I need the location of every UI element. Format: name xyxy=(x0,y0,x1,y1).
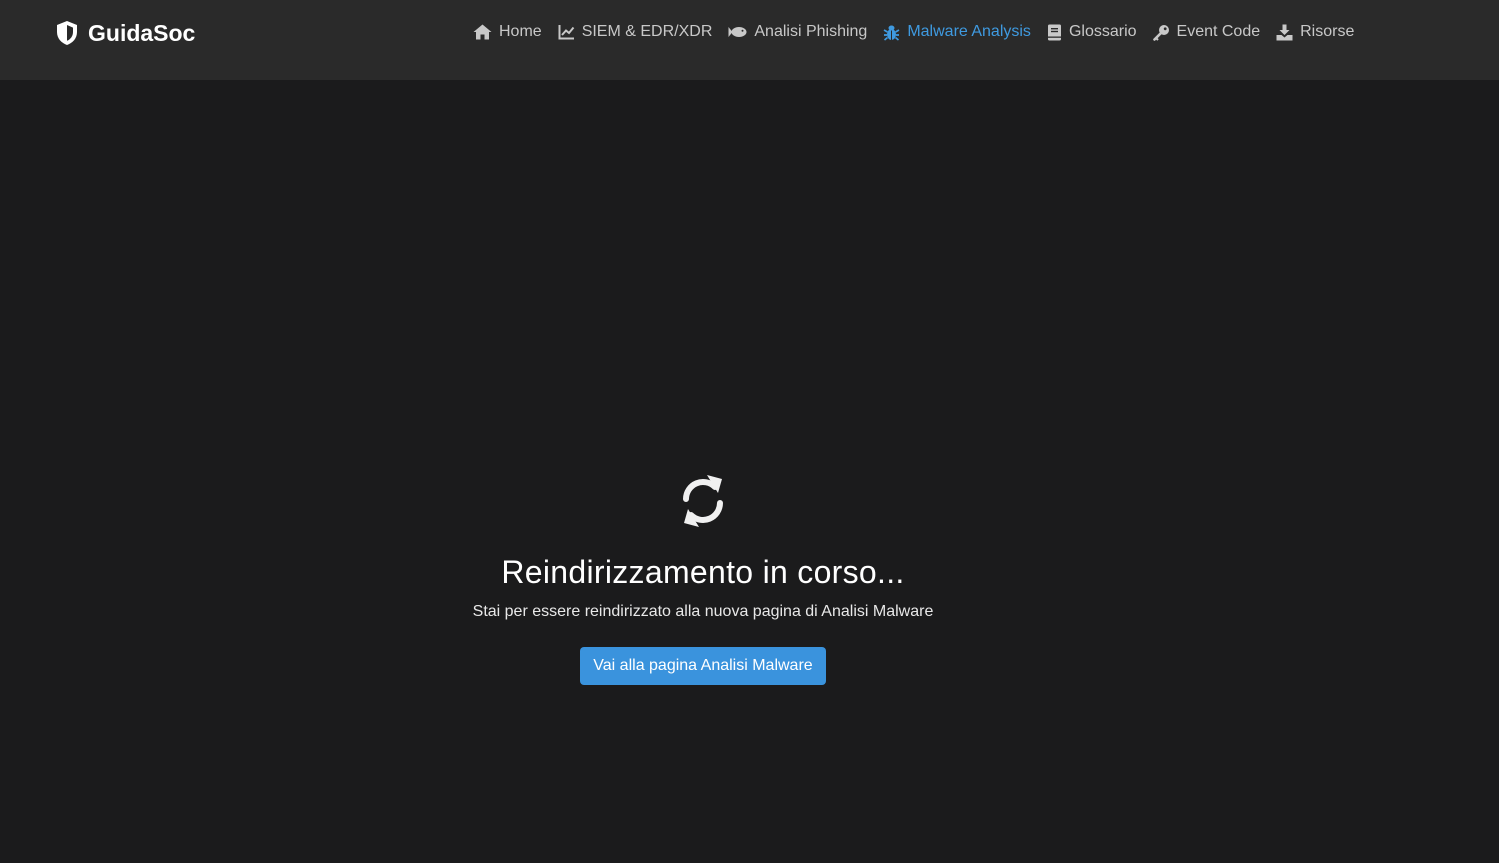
nav-label-siem: SIEM & EDR/XDR xyxy=(581,23,713,40)
home-icon xyxy=(473,24,492,40)
redirect-message: Stai per essere reindirizzato alla nuova… xyxy=(472,603,934,620)
brand-link[interactable]: GuidaSoc xyxy=(55,18,195,48)
nav-label-glossario: Glossario xyxy=(1068,23,1137,40)
nav-item-phishing[interactable]: Analisi Phishing xyxy=(728,23,867,41)
redirect-title: Reindirizzamento in corso... xyxy=(501,554,905,590)
key-icon xyxy=(1152,24,1170,41)
book-icon xyxy=(1047,24,1062,41)
line-chart-icon xyxy=(558,24,575,40)
nav-label-malware: Malware Analysis xyxy=(907,23,1031,40)
go-to-malware-button[interactable]: Vai alla pagina Analisi Malware xyxy=(580,647,826,685)
sync-icon xyxy=(0,470,1406,532)
nav-item-risorse[interactable]: Risorse xyxy=(1276,23,1354,41)
redirect-panel: Reindirizzamento in corso... Stai per es… xyxy=(0,470,1406,685)
brand-name: GuidaSoc xyxy=(88,19,196,46)
navbar: GuidaSoc Home SIEM & EDR/XDR Analisi Phi… xyxy=(0,0,1499,80)
nav-item-siem[interactable]: SIEM & EDR/XDR xyxy=(558,23,713,41)
nav-label-phishing: Analisi Phishing xyxy=(754,23,868,40)
nav-item-malware[interactable]: Malware Analysis xyxy=(883,23,1031,41)
nav-item-home[interactable]: Home xyxy=(473,23,542,41)
nav-label-event-code: Event Code xyxy=(1176,23,1261,40)
main-nav: Home SIEM & EDR/XDR Analisi Phishing Mal… xyxy=(473,20,1354,44)
nav-label-home: Home xyxy=(499,23,542,40)
download-icon xyxy=(1276,24,1293,41)
nav-item-glossario[interactable]: Glossario xyxy=(1047,23,1137,41)
nav-label-risorse: Risorse xyxy=(1300,23,1355,40)
nav-item-event-code[interactable]: Event Code xyxy=(1152,23,1261,41)
fish-icon xyxy=(728,25,747,39)
bug-icon xyxy=(883,24,900,41)
shield-icon xyxy=(55,20,79,46)
